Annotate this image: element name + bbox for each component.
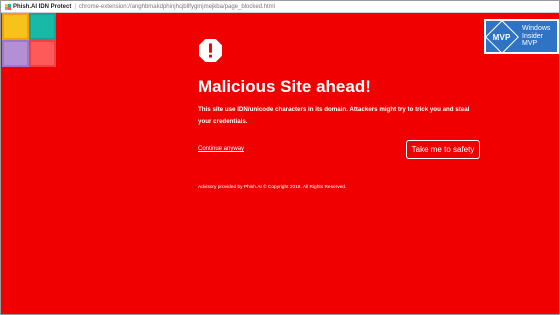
extension-name: Phish.AI IDN Protect	[13, 3, 72, 10]
mvp-logo-text: MVP	[493, 32, 511, 41]
mvp-badge-text: Windows Insider MVP	[522, 25, 550, 48]
logo-tile-red	[29, 40, 56, 67]
mvp-diamond-icon: MVP	[485, 19, 519, 54]
windows-insider-mvp-badge: MVP Windows Insider MVP	[484, 19, 559, 54]
page-url[interactable]: chrome-extension://anghbmakdphinjhcjbllf…	[79, 4, 275, 10]
mvp-line-2: Insider	[522, 32, 544, 40]
continue-anyway-link[interactable]: Continue anyway	[198, 146, 244, 152]
tile-grid-logo	[2, 13, 56, 67]
mvp-badge-panel: MVP Windows Insider MVP	[485, 19, 557, 54]
address-separator: |	[74, 3, 76, 10]
browser-window: Phish.AI IDN Protect | chrome-extension:…	[0, 0, 560, 315]
mvp-line-1: Windows	[522, 25, 551, 33]
warning-description: This site use IDN/unicode characters in …	[198, 106, 470, 125]
address-bar[interactable]: Phish.AI IDN Protect | chrome-extension:…	[1, 1, 559, 13]
logo-tile-yellow	[2, 13, 29, 40]
logo-tile-teal	[29, 13, 56, 40]
advisory-footer: Advisory provided by Phish.AI © Copyrigh…	[198, 185, 347, 190]
favicon-icon	[5, 3, 11, 10]
page-title: Malicious Site ahead!	[198, 77, 371, 96]
logo-tile-purple	[2, 40, 29, 67]
take-me-to-safety-button[interactable]: Take me to safety	[406, 140, 480, 159]
alert-octagon-icon	[199, 39, 222, 62]
mvp-line-3: MVP	[522, 40, 538, 48]
